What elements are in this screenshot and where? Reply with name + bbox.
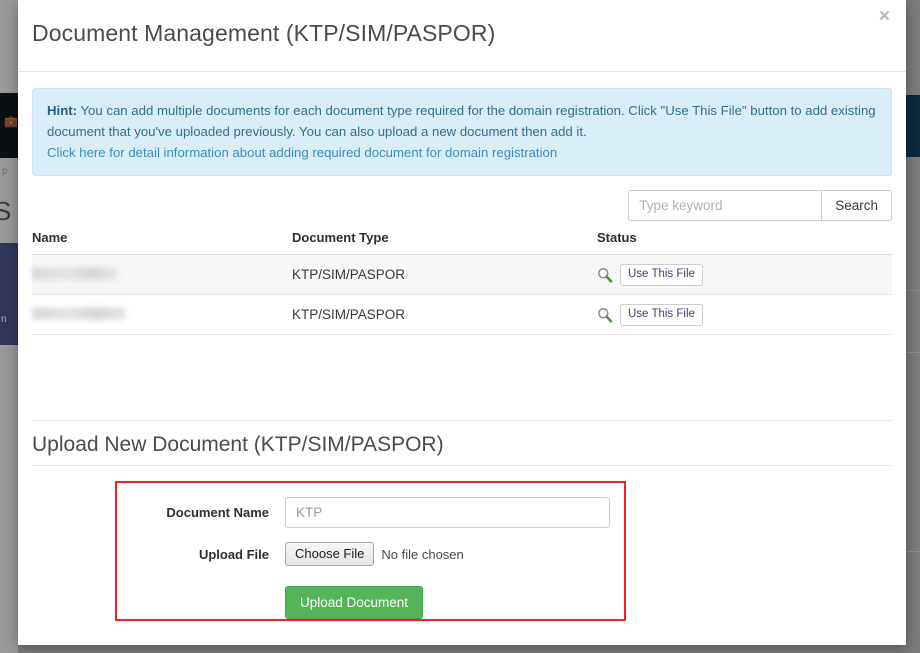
cell-document-type: KTP/SIM/PASPOR [292, 295, 597, 335]
background-breadcrumb: p [2, 166, 8, 177]
cell-document-type: KTP/SIM/PASPOR [292, 255, 597, 295]
magnifier-icon[interactable] [597, 267, 613, 283]
use-this-file-button[interactable]: Use This File [620, 304, 703, 326]
column-header-status: Status [597, 226, 892, 255]
upload-file-label: Upload File [117, 547, 285, 562]
upload-form-highlight: Document Name Upload File Choose File No… [115, 481, 626, 621]
hint-alert: Hint: You can add multiple documents for… [32, 88, 892, 176]
upload-section-title: Upload New Document (KTP/SIM/PASPOR) [32, 421, 892, 466]
document-management-modal: Document Management (KTP/SIM/PASPOR) × H… [18, 0, 906, 645]
background-sidebar-label: n [1, 314, 7, 325]
table-row[interactable]: KTP/SIM/PASPOR Use This File [32, 255, 892, 295]
background-divider-b [906, 352, 920, 353]
choose-file-button[interactable]: Choose File [285, 542, 374, 566]
column-header-name: Name [32, 226, 292, 255]
background-sidebar [0, 243, 18, 345]
search-button[interactable]: Search [821, 190, 892, 221]
search-group: Search [628, 190, 892, 221]
use-this-file-button[interactable]: Use This File [620, 264, 703, 286]
documents-table: Name Document Type Status KTP/SIM/PASPOR [32, 226, 892, 335]
table-header-row: Name Document Type Status [32, 226, 892, 255]
cell-status: Use This File [597, 255, 892, 295]
background-page-heading: S [0, 196, 11, 227]
cell-status: Use This File [597, 295, 892, 335]
modal-header: Document Management (KTP/SIM/PASPOR) × [18, 0, 906, 72]
table-bottom-spacer [32, 335, 892, 420]
close-icon[interactable]: × [875, 3, 894, 30]
redacted-name [32, 267, 118, 280]
column-header-doctype: Document Type [292, 226, 597, 255]
cell-name [32, 295, 292, 335]
file-picker[interactable]: Choose File No file chosen [285, 542, 610, 566]
magnifier-icon[interactable] [597, 307, 613, 323]
document-name-row: Document Name [117, 493, 624, 531]
search-input[interactable] [628, 190, 821, 221]
upload-document-button[interactable]: Upload Document [285, 586, 423, 619]
cell-name [32, 255, 292, 295]
modal-body: Hint: You can add multiple documents for… [18, 88, 906, 621]
no-file-chosen-text: No file chosen [381, 547, 463, 562]
hint-label: Hint: [47, 103, 77, 118]
page-title: Document Management (KTP/SIM/PASPOR) [32, 20, 495, 47]
briefcase-icon: 💼 [4, 117, 15, 128]
document-name-input[interactable] [285, 497, 610, 528]
upload-file-row: Upload File Choose File No file chosen [117, 535, 624, 573]
background-divider-a [906, 290, 920, 291]
document-name-label: Document Name [117, 505, 285, 520]
background-right-navbar [906, 95, 920, 157]
search-row: Search [32, 190, 892, 223]
redacted-name [32, 307, 126, 320]
hint-detail-link[interactable]: Click here for detail information about … [47, 145, 557, 160]
table-row[interactable]: KTP/SIM/PASPOR Use This File [32, 295, 892, 335]
background-divider-c [906, 551, 920, 552]
upload-submit-row: Upload Document [117, 586, 624, 619]
hint-text: You can add multiple documents for each … [47, 103, 876, 139]
